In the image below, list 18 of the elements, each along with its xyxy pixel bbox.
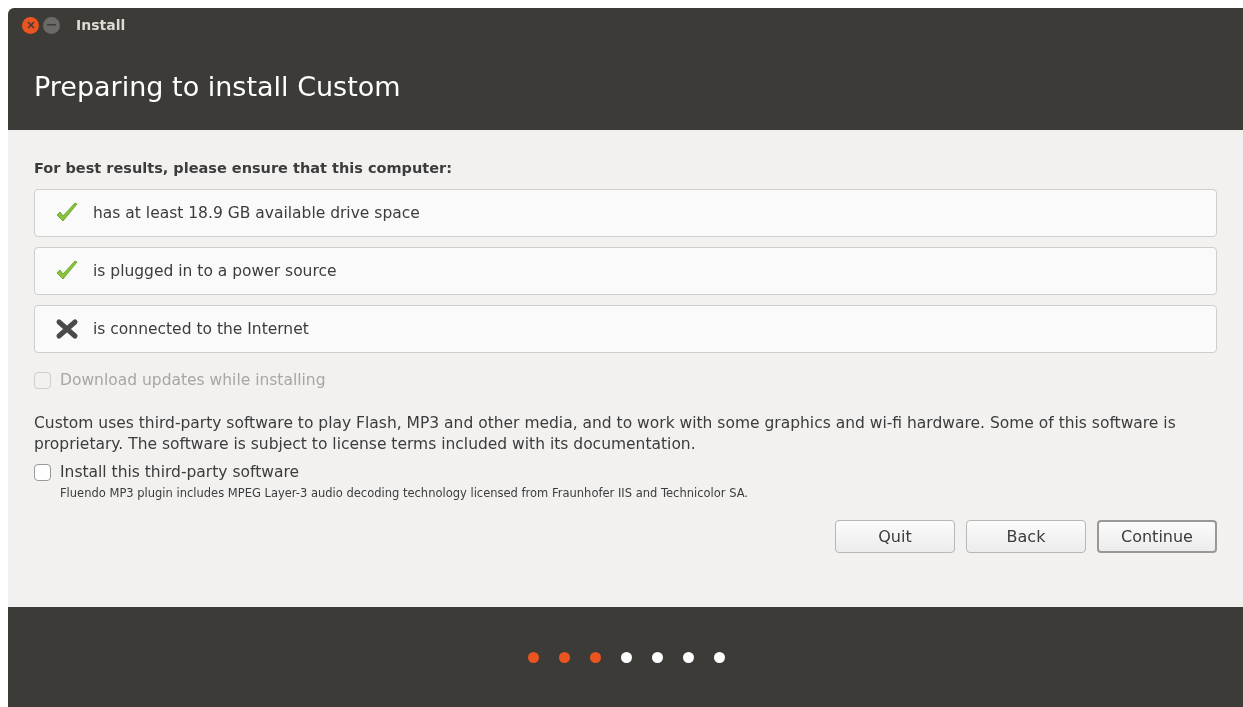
checkbox-label: Download updates while installing	[60, 371, 326, 389]
page-title: Preparing to install Custom	[34, 70, 401, 102]
dialog-button[interactable]: Quit	[835, 520, 955, 553]
requirements-heading: For best results, please ensure that this computer:	[34, 160, 453, 176]
requirement-label: is plugged in to a power source	[93, 262, 337, 280]
window-title: Install	[76, 17, 126, 33]
requirement-label: is connected to the Internet	[93, 320, 309, 338]
license-note: Fluendo MP3 plugin includes MPEG Layer-3 audio decoding technology licensed from Fraunhofer IIS and Technicolor SA.	[60, 486, 750, 500]
minimize-icon	[47, 24, 56, 26]
minimize-button[interactable]	[43, 16, 60, 34]
dialog-button[interactable]: Back	[966, 520, 1086, 553]
dialog-button[interactable]: Continue	[1097, 520, 1217, 553]
requirement-label: has at least 18.9 GB available drive space	[93, 204, 420, 222]
close-button[interactable]	[22, 16, 39, 34]
third-party-description: Custom uses third-party software to play Flash, MP3 and other media, and to work with some graphics and wi-fi hardware. Some of this software is proprietary. The software is subject to license terms included with its documentation.	[34, 413, 1177, 455]
close-icon	[26, 21, 35, 29]
checkbox-label: Install this third-party software	[60, 463, 299, 481]
checkbox[interactable]	[34, 463, 51, 481]
